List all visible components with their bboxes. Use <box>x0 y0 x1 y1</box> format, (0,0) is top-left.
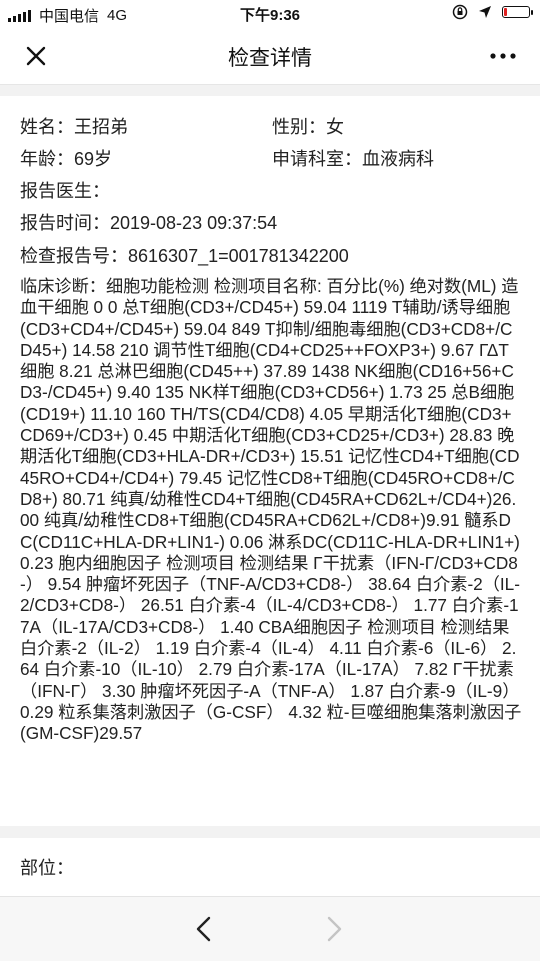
report-time-label: 报告时间： <box>20 213 110 233</box>
bottom-nav-bar <box>0 896 540 961</box>
age-label: 年龄： <box>20 149 74 169</box>
age-row: 年龄：69岁 <box>20 147 112 171</box>
clinical-diagnosis: 临床诊断：细胞功能检测 检测项目名称: 百分比(%) 绝对数(ML) 造血干细胞… <box>20 276 522 745</box>
department-row: 申请科室：血液病科 <box>272 147 434 171</box>
top-nav-bar: 检查详情 <box>0 28 540 85</box>
status-bar: 中国电信 4G 下午9:36 <box>0 0 540 28</box>
gender-row: 性别：女 <box>272 115 344 139</box>
doctor-label: 报告医生： <box>20 181 110 201</box>
page-title: 检查详情 <box>228 47 312 70</box>
battery-icon <box>502 6 533 18</box>
gender-label: 性别： <box>272 117 326 137</box>
site-label: 部位： <box>20 858 74 878</box>
report-time-row: 报告时间：2019-08-23 09:37:54 <box>20 211 277 235</box>
report-time-value: 2019-08-23 09:37:54 <box>110 213 278 233</box>
diagnosis-label: 临床诊断： <box>20 276 106 296</box>
more-icon[interactable] <box>486 42 520 70</box>
gender-value: 女 <box>326 117 344 137</box>
patient-name-row: 姓名：王招弟 <box>20 115 128 139</box>
chevron-left-icon[interactable] <box>190 915 218 943</box>
department-label: 申请科室： <box>272 149 362 169</box>
location-icon <box>479 6 491 18</box>
age-value: 69岁 <box>74 149 113 169</box>
report-number-row: 检查报告号：8616307_1=001781342200 <box>20 244 349 268</box>
department-value: 血液病科 <box>362 149 434 169</box>
chevron-right-icon[interactable] <box>320 915 348 943</box>
name-value: 王招弟 <box>74 117 128 137</box>
rotation-lock-icon <box>452 4 468 20</box>
site-card: 部位： <box>0 838 540 896</box>
report-card: 姓名：王招弟 性别：女 年龄：69岁 申请科室：血液病科 报告医生： 报告时间：… <box>0 96 540 826</box>
report-number-label: 检查报告号： <box>20 246 128 266</box>
status-right <box>452 4 533 20</box>
name-label: 姓名： <box>20 117 74 137</box>
battery-fill <box>504 8 508 16</box>
diagnosis-text: 细胞功能检测 检测项目名称: 百分比(%) 绝对数(ML) 造血干细胞 0 0 … <box>20 276 522 744</box>
report-number-value: 8616307_1=001781342200 <box>128 246 349 266</box>
doctor-row: 报告医生： <box>20 179 110 203</box>
